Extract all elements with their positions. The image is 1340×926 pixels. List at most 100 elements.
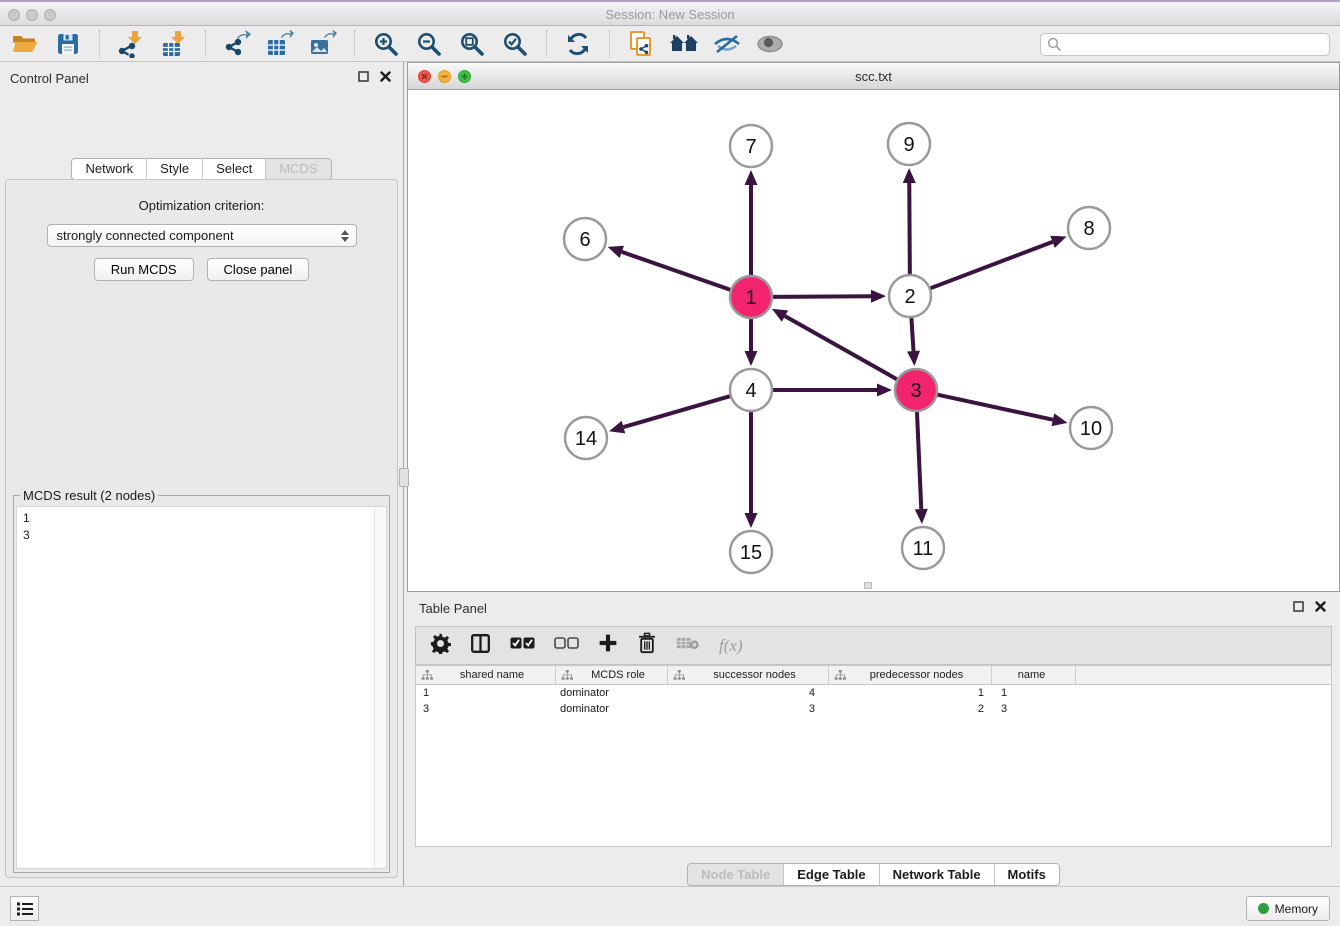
optimization-criterion-label: Optimization criterion: [6,198,397,213]
select-all-icon[interactable] [510,636,535,655]
home-view-icon[interactable] [669,30,699,58]
tab-select[interactable]: Select [202,159,265,179]
run-mcds-button[interactable]: Run MCDS [94,258,194,281]
edge-1-2[interactable] [773,296,871,297]
edge-3-11[interactable] [917,412,921,509]
column-header-predecessor-nodes[interactable]: predecessor nodes [829,666,992,684]
edge-2-8[interactable] [931,242,1053,288]
import-network-icon[interactable] [116,30,146,58]
edge-arrowhead [907,351,920,366]
network-window-title: scc.txt [408,69,1339,84]
zoom-fit-icon[interactable] [457,30,487,58]
task-history-button[interactable] [10,896,39,921]
settings-gear-icon[interactable] [430,633,451,659]
edge-2-9[interactable] [909,183,910,274]
mcds-result-line: 1 [23,510,367,527]
node-label-8: 8 [1083,218,1094,240]
table-row[interactable]: 1 dominator 4 1 1 [416,685,1331,701]
float-panel-icon[interactable] [358,71,369,82]
list-icon [17,902,33,916]
save-session-icon[interactable] [53,30,83,58]
clone-network-icon[interactable] [626,30,656,58]
node-label-14: 14 [575,428,597,450]
result-scrollbar[interactable] [374,507,386,868]
edge-2-3[interactable] [911,318,913,351]
column-header-name[interactable]: name [992,666,1076,684]
memory-button[interactable]: Memory [1246,896,1330,921]
zoom-selected-icon[interactable] [500,30,530,58]
column-header-mcds-role[interactable]: MCDS role [556,666,668,684]
app-title: Session: New Session [0,7,1340,22]
network-window-titlebar[interactable]: scc.txt [408,63,1339,90]
node-label-10: 10 [1080,418,1102,440]
delete-column-icon[interactable] [637,632,657,659]
tab-mcds[interactable]: MCDS [265,159,330,179]
edge-arrowhead [1052,413,1068,426]
close-panel-icon[interactable] [380,71,391,82]
table-header-row: shared name MCDS role successor nodes pr… [416,666,1331,685]
table-panel: Table Panel [407,592,1340,886]
edge-arrowhead [871,290,886,303]
float-table-panel-icon[interactable] [1293,601,1304,612]
memory-label: Memory [1275,902,1318,916]
node-label-1: 1 [745,287,756,309]
edge-3-10[interactable] [937,395,1052,420]
network-canvas[interactable]: 7968124314101511 [408,90,1339,591]
show-eye-icon[interactable] [755,30,785,58]
search-input[interactable] [1040,33,1330,56]
function-builder-icon: f(x) [719,636,743,656]
column-header-shared-name[interactable]: shared name [416,666,556,684]
split-panel-icon[interactable] [470,633,491,659]
edge-arrowhead [1050,236,1066,248]
deselect-all-icon[interactable] [554,636,579,655]
tab-motifs[interactable]: Motifs [994,864,1059,885]
edge-arrowhead [915,509,928,524]
tab-edge-table[interactable]: Edge Table [783,864,878,885]
mcds-result-fieldset: MCDS result (2 nodes) 1 3 [13,495,390,873]
edge-4-14[interactable] [623,396,729,427]
toolbar-separator [609,30,610,58]
tab-node-table[interactable]: Node Table [688,864,783,885]
export-network-icon[interactable] [222,30,252,58]
toolbar-separator [354,30,355,58]
app-titlebar: Session: New Session [0,0,1340,26]
canvas-resize-grip[interactable] [864,582,872,589]
refresh-network-icon[interactable] [563,30,593,58]
toolbar-separator [99,30,100,58]
criterion-value: strongly connected component [57,228,234,243]
close-table-panel-icon[interactable] [1315,601,1326,612]
add-column-icon[interactable] [598,633,618,658]
control-panel-title: Control Panel [10,71,89,86]
tab-network-table[interactable]: Network Table [879,864,994,885]
zoom-in-icon[interactable] [371,30,401,58]
column-header-successor-nodes[interactable]: successor nodes [668,666,829,684]
node-table: shared name MCDS role successor nodes pr… [415,665,1332,847]
tab-network[interactable]: Network [72,159,146,179]
zoom-out-icon[interactable] [414,30,444,58]
mcds-result-box[interactable]: 1 3 [16,506,387,869]
import-table-icon[interactable] [159,30,189,58]
attribute-tree-icon [673,670,685,681]
edge-arrowhead [745,513,758,528]
edge-3-1[interactable] [785,316,897,379]
delete-table-icon [676,635,700,656]
export-image-icon[interactable] [308,30,338,58]
attribute-tree-icon [421,670,433,681]
edge-arrowhead [608,246,624,258]
open-session-icon[interactable] [10,30,40,58]
close-panel-button[interactable]: Close panel [207,258,310,281]
export-table-icon[interactable] [265,30,295,58]
network-graph: 7968124314101511 [408,90,1339,591]
tab-style[interactable]: Style [146,159,202,179]
hide-selected-icon[interactable] [712,30,742,58]
edge-1-6[interactable] [622,252,730,290]
memory-status-icon [1258,903,1269,914]
node-label-4: 4 [745,380,756,402]
table-row[interactable]: 3 dominator 3 2 3 [416,701,1331,717]
search-icon [1047,37,1062,52]
splitter-grip[interactable] [399,468,409,487]
toolbar-separator [205,30,206,58]
table-toolbar: f(x) [415,626,1332,665]
edge-arrowhead [609,421,625,433]
criterion-select[interactable]: strongly connected component [47,224,357,247]
